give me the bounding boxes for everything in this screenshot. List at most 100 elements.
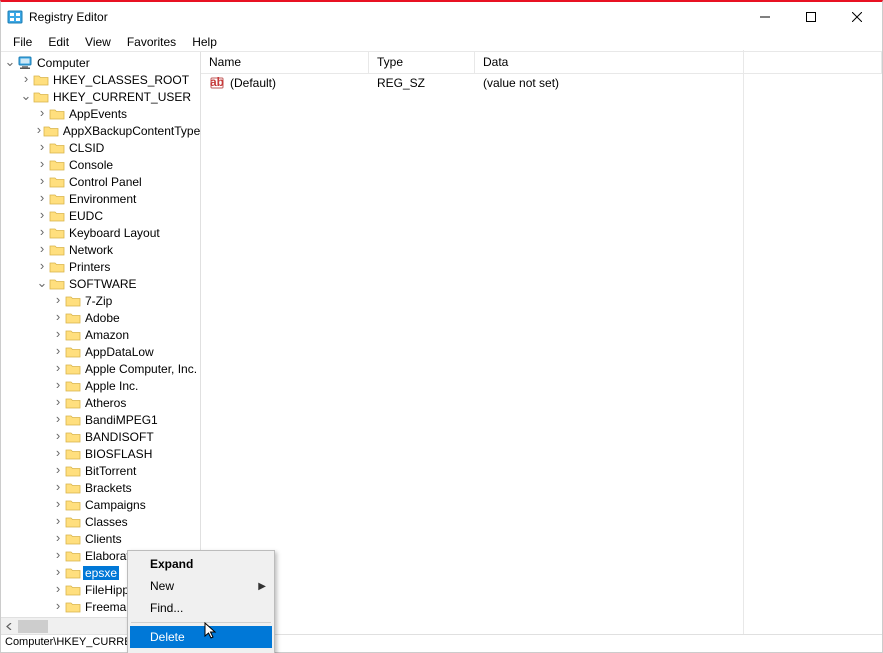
maximize-button[interactable] [788,3,834,31]
minimize-button[interactable] [742,3,788,31]
folder-icon [49,225,65,241]
expand-icon[interactable]: › [51,396,65,410]
expand-icon[interactable]: › [51,379,65,393]
ctx-rename[interactable]: Rename [130,648,272,653]
close-button[interactable] [834,3,880,31]
expand-icon[interactable]: › [35,226,49,240]
expand-icon[interactable]: › [35,158,49,172]
tree-item[interactable]: ›AppEvents [3,105,200,122]
expand-icon[interactable]: › [35,141,49,155]
expand-icon[interactable]: › [51,413,65,427]
list-row[interactable]: ab (Default) REG_SZ (value not set) [201,74,882,92]
tree-item[interactable]: ›7-Zip [3,292,200,309]
expand-icon[interactable]: › [35,124,43,138]
expand-icon[interactable]: › [51,447,65,461]
tree-item[interactable]: ›Environment [3,190,200,207]
tree-item[interactable]: ›Apple Computer, Inc. [3,360,200,377]
folder-icon [65,429,81,445]
tree-item[interactable]: ›Clients [3,530,200,547]
tree-item[interactable]: ›Printers [3,258,200,275]
cell-type: REG_SZ [369,76,475,90]
expand-icon[interactable]: › [35,260,49,274]
scroll-thumb[interactable] [18,620,48,633]
tree-pane[interactable]: ⌄Computer›HKEY_CLASSES_ROOT⌄HKEY_CURRENT… [1,52,201,634]
expand-icon[interactable]: › [35,243,49,257]
tree-item-label: Console [67,158,115,172]
tree-item[interactable]: ⌄ HKEY_CURRENT_USER [3,88,200,105]
tree-item[interactable]: ›Control Panel [3,173,200,190]
ctx-delete[interactable]: Delete [130,626,272,648]
expand-icon[interactable]: › [51,583,65,597]
folder-icon [33,72,49,88]
menu-view[interactable]: View [77,33,119,51]
expand-icon[interactable]: › [19,73,33,87]
tree-item[interactable]: ›BANDISOFT [3,428,200,445]
tree-item[interactable]: ›HKEY_CLASSES_ROOT [3,71,200,88]
tree-item[interactable]: › Console [3,156,200,173]
tree-item[interactable]: ›Apple Inc. [3,377,200,394]
menu-help[interactable]: Help [184,33,225,51]
column-header-type[interactable]: Type [369,52,475,73]
expand-icon[interactable]: › [35,209,49,223]
list-pane[interactable]: Name Type Data ab (Default) REG_SZ (valu… [201,52,882,634]
menu-edit[interactable]: Edit [40,33,77,51]
expand-icon[interactable]: › [51,430,65,444]
tree-item[interactable]: ›Brackets [3,479,200,496]
tree-item[interactable]: › CLSID [3,139,200,156]
collapse-icon[interactable]: ⌄ [19,90,33,104]
expand-icon[interactable]: › [51,362,65,376]
collapse-icon[interactable]: ⌄ [35,277,49,291]
folder-icon [49,276,65,292]
tree-item[interactable]: › Amazon [3,326,200,343]
expand-icon[interactable]: › [35,175,49,189]
folder-icon [65,293,81,309]
menu-favorites[interactable]: Favorites [119,33,184,51]
expand-icon[interactable]: › [35,107,49,121]
expand-icon[interactable]: › [51,481,65,495]
expand-icon[interactable]: › [51,328,65,342]
scroll-left-button[interactable] [1,618,18,635]
expand-icon[interactable]: › [51,532,65,546]
expand-icon[interactable]: › [51,294,65,308]
expand-icon[interactable]: › [35,192,49,206]
ctx-new[interactable]: New ▶ [130,575,272,597]
folder-icon [49,242,65,258]
tree-item-label: Amazon [83,328,131,342]
tree-item[interactable]: ›Adobe [3,309,200,326]
tree-item[interactable]: › Network [3,241,200,258]
tree-item[interactable]: ›Campaigns [3,496,200,513]
column-header-name[interactable]: Name [201,52,369,73]
tree-item[interactable]: ⌄SOFTWARE [3,275,200,292]
tree-item-label: BitTorrent [83,464,138,478]
tree-item[interactable]: › AppDataLow [3,343,200,360]
tree-item-label: CLSID [67,141,106,155]
tree-item[interactable]: ›EUDC [3,207,200,224]
tree-item[interactable]: ›Keyboard Layout [3,224,200,241]
expand-icon[interactable]: › [51,498,65,512]
tree-item-label: Network [67,243,115,257]
collapse-icon[interactable]: ⌄ [3,56,17,70]
tree-item[interactable]: ⌄Computer [3,54,200,71]
window-title: Registry Editor [29,10,742,24]
svg-text:ab: ab [210,76,224,89]
tree-item[interactable]: ›Atheros [3,394,200,411]
tree-item[interactable]: › BitTorrent [3,462,200,479]
ctx-expand[interactable]: Expand [130,553,272,575]
tree-item-label: AppDataLow [83,345,156,359]
expand-icon[interactable]: › [51,515,65,529]
column-header-data[interactable]: Data [475,52,882,73]
menu-file[interactable]: File [5,33,40,51]
expand-icon[interactable]: › [51,464,65,478]
expand-icon[interactable]: › [51,311,65,325]
context-menu: Expand New ▶ Find... Delete Rename [127,550,275,653]
expand-icon[interactable]: › [51,600,65,614]
tree-item[interactable]: ›Classes [3,513,200,530]
tree-item-label: HKEY_CURRENT_USER [51,90,193,104]
expand-icon[interactable]: › [51,549,65,563]
tree-item[interactable]: ›BandiMPEG1 [3,411,200,428]
tree-item[interactable]: ›AppXBackupContentType [3,122,200,139]
ctx-find[interactable]: Find... [130,597,272,619]
expand-icon[interactable]: › [51,566,65,580]
tree-item[interactable]: ›BIOSFLASH [3,445,200,462]
expand-icon[interactable]: › [51,345,65,359]
